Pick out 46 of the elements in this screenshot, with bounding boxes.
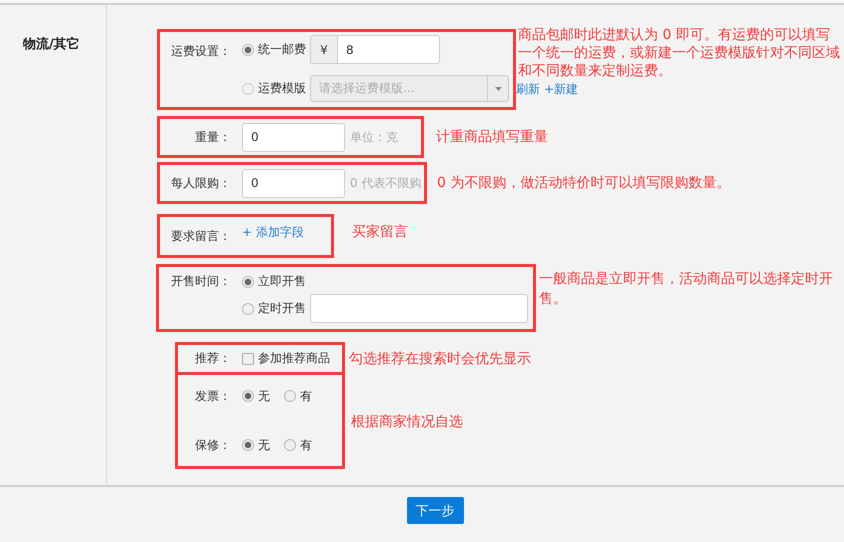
radio-option[interactable]: 无 bbox=[242, 436, 270, 454]
radio-icon[interactable] bbox=[242, 302, 254, 314]
checkbox[interactable] bbox=[242, 352, 254, 364]
input-field[interactable] bbox=[310, 294, 528, 323]
radio-icon[interactable] bbox=[242, 82, 254, 94]
field-label: 重量： bbox=[194, 128, 231, 146]
field-hint: 0 代表不限购 bbox=[350, 174, 422, 192]
annotation-note: 勾选推荐在搜索时会优先显示 bbox=[349, 350, 532, 368]
annotation-note: 一般商品是立即开售，活动商品可以选择定时开售。 bbox=[539, 270, 834, 309]
checkbox-option[interactable]: 参加推荐商品 bbox=[242, 350, 330, 367]
input-field[interactable]: 0 bbox=[242, 122, 345, 152]
annotation-note: 商品包邮时此进默认为 0 即可。有运费的可以填写一个统一的运费，或新建一个运费模版针对不同区域和不同数量来定制运费。 bbox=[518, 26, 840, 80]
next-button[interactable]: 下一步 bbox=[406, 497, 464, 524]
radio-option[interactable]: 无 bbox=[242, 388, 270, 404]
input-field[interactable]: 8 bbox=[337, 35, 440, 64]
section-title: 物流/其它 bbox=[23, 37, 80, 52]
radio-option[interactable]: 立即开售 bbox=[242, 273, 306, 290]
field-label: 每人限购： bbox=[170, 174, 231, 192]
radio-icon[interactable] bbox=[242, 439, 254, 451]
field-label: 开售时间： bbox=[170, 273, 231, 290]
annotation-note: 根据商家情况自选 bbox=[351, 413, 464, 432]
radio-icon[interactable] bbox=[242, 390, 254, 402]
radio-option[interactable]: 有 bbox=[284, 388, 312, 404]
radio-icon[interactable] bbox=[242, 276, 254, 288]
field-label: 运费设置： bbox=[170, 43, 231, 60]
radio-icon[interactable] bbox=[284, 390, 296, 402]
currency-addon: ¥ bbox=[310, 35, 337, 64]
field-label: 推荐： bbox=[194, 350, 231, 367]
annotation-note: 计重商品填写重量 bbox=[436, 128, 549, 147]
radio-option[interactable]: 运费模版 bbox=[242, 80, 306, 97]
link[interactable]: 刷新 bbox=[516, 82, 540, 96]
radio-option[interactable]: 有 bbox=[284, 436, 312, 454]
radio-icon[interactable] bbox=[284, 439, 296, 451]
field-hint: 单位：克 bbox=[350, 128, 398, 146]
caret-icon bbox=[494, 86, 502, 90]
link[interactable]: +新建 bbox=[544, 82, 578, 96]
input-field[interactable]: 0 bbox=[242, 168, 345, 198]
field-label: 要求留言： bbox=[170, 228, 231, 244]
radio-icon[interactable] bbox=[242, 44, 254, 56]
field-label: 发票： bbox=[194, 388, 231, 404]
field-label: 保修： bbox=[194, 436, 231, 454]
annotation-note: 0 为不限购，做活动特价时可以填写限购数量。 bbox=[437, 174, 732, 193]
annotation-note: 买家留言 bbox=[352, 223, 409, 242]
add-field-link[interactable]: + 添加字段 bbox=[242, 224, 304, 240]
radio-option[interactable]: 定时开售 bbox=[242, 300, 306, 317]
radio-option[interactable]: 统一邮费 bbox=[242, 41, 306, 58]
